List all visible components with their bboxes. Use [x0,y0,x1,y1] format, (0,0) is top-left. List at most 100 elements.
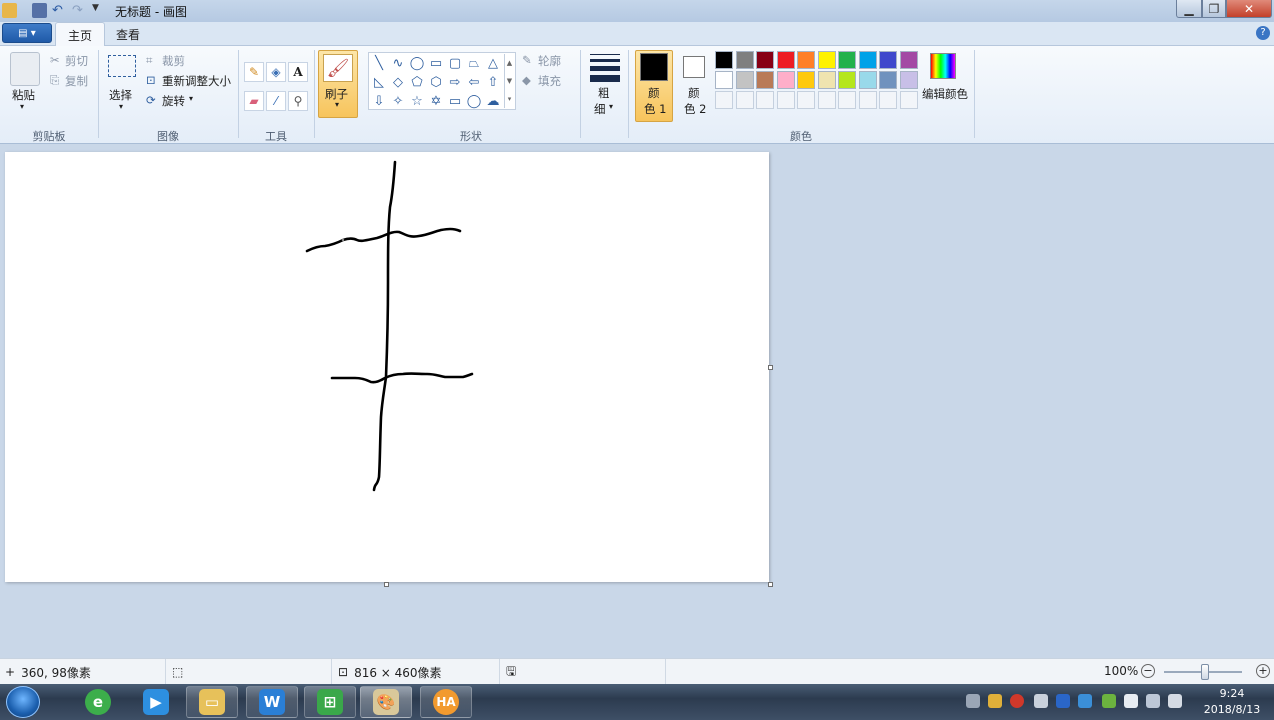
tray-network-app-icon[interactable] [1078,694,1092,708]
size-label-line1[interactable]: 粗 [598,85,610,101]
drawing-canvas[interactable] [5,152,769,582]
color-picker-icon[interactable]: ⁄ [266,91,286,111]
tray-antivirus-icon[interactable] [1010,694,1024,708]
taskbar-video-app[interactable]: ▶ [130,686,182,718]
save-icon[interactable] [32,3,47,18]
start-button[interactable] [6,686,40,718]
palette-color-swatch[interactable] [899,71,918,89]
palette-color-swatch[interactable] [715,71,733,89]
five-point-star-shape-icon[interactable]: ☆ [408,92,426,110]
palette-color-swatch[interactable] [756,51,774,69]
palette-color-swatch[interactable] [838,71,856,89]
outline-button[interactable]: 轮廓 [538,53,561,69]
color2-label-line1[interactable]: 颜 [688,85,700,101]
select-button[interactable]: 选择 [109,87,132,103]
bluetooth-icon[interactable] [1056,694,1070,708]
size-lines-icon[interactable] [590,54,620,82]
color2-label-line2[interactable]: 色 2 [684,101,706,117]
down-arrow-shape-icon[interactable]: ⇩ [370,92,388,110]
text-tool-icon[interactable]: A [288,62,308,82]
edit-colors-button[interactable]: 编辑颜色 [922,86,968,102]
undo-icon[interactable]: ↶ [52,3,67,18]
palette-color-swatch[interactable] [838,51,856,69]
eraser-icon[interactable]: ▰ [244,91,264,111]
tray-shield-icon[interactable] [988,694,1002,708]
taskbar-green-app[interactable]: ⊞ [304,686,356,718]
brush-dropdown-icon[interactable]: ▾ [335,100,339,109]
fill-button[interactable]: 填充 [538,73,561,89]
size-dropdown-icon[interactable]: ▾ [609,102,613,111]
taskbar-file-explorer[interactable]: ▭ [186,686,238,718]
palette-color-swatch[interactable] [797,51,815,69]
fill-bucket-icon[interactable]: ◈ [266,62,286,82]
palette-color-swatch[interactable] [756,71,774,89]
shapes-scroll[interactable]: ▲ ▼ ▾ [504,54,514,108]
paste-dropdown-icon[interactable]: ▾ [20,102,24,111]
palette-color-swatch[interactable] [797,71,815,89]
tab-home[interactable]: 主页 [55,22,106,46]
customize-quick-access-icon[interactable]: ▼ [92,3,107,18]
nvidia-icon[interactable] [1102,694,1116,708]
palette-color-swatch[interactable] [776,51,795,69]
palette-color-swatch[interactable] [817,71,836,89]
crop-button[interactable]: 裁剪 [162,53,185,69]
tab-view[interactable]: 查看 [104,22,152,46]
resize-handle-bottom[interactable] [384,582,389,587]
tray-device-icon[interactable] [1124,694,1138,708]
diamond-shape-icon[interactable]: ◇ [389,73,407,91]
maximize-button[interactable]: ❐ [1202,0,1226,18]
oval-shape-icon[interactable]: ◯ [408,54,426,72]
rotate-dropdown-icon[interactable]: ▾ [189,94,193,103]
taskbar-hao-app[interactable]: HA [420,686,472,718]
taskbar-clock[interactable]: 9:24 2018/8/13 [1192,686,1272,718]
color-spectrum-icon[interactable] [930,53,956,79]
cut-button[interactable]: 剪切 [65,53,88,69]
polygon-shape-icon[interactable]: ⏢ [465,54,483,72]
palette-color-swatch[interactable] [715,51,733,69]
palette-color-swatch[interactable] [817,51,836,69]
left-arrow-shape-icon[interactable]: ⇦ [465,73,483,91]
custom-color-slot[interactable] [838,91,856,109]
hexagon-shape-icon[interactable]: ⬡ [427,73,445,91]
resize-handle-corner[interactable] [768,582,773,587]
keyboard-tray-icon[interactable] [966,694,980,708]
up-arrow-shape-icon[interactable]: ⇧ [484,73,502,91]
select-dropdown-icon[interactable]: ▾ [119,102,123,111]
palette-color-swatch[interactable] [735,51,754,69]
palette-color-swatch[interactable] [879,71,897,89]
volume-icon[interactable] [1168,694,1182,708]
custom-color-slot[interactable] [899,91,918,109]
paint-menu-button[interactable]: ▤ ▾ [2,23,52,43]
custom-color-slot[interactable] [735,91,754,109]
custom-color-slot[interactable] [715,91,733,109]
right-arrow-shape-icon[interactable]: ⇨ [446,73,464,91]
rect-callout-shape-icon[interactable]: ▭ [446,92,464,110]
copy-button[interactable]: 复制 [65,73,88,89]
zoom-out-button[interactable]: − [1141,664,1155,678]
zoom-slider-thumb[interactable] [1201,664,1209,680]
rectangle-shape-icon[interactable]: ▭ [427,54,445,72]
six-point-star-shape-icon[interactable]: ✡ [427,92,445,110]
palette-color-swatch[interactable] [776,71,795,89]
rounded-rectangle-shape-icon[interactable]: ▢ [446,54,464,72]
zoom-in-button[interactable]: + [1256,664,1270,678]
paint-app-icon[interactable] [2,3,17,18]
magnifier-icon[interactable]: ⚲ [288,91,308,111]
taskbar-paint[interactable]: 🎨 [360,686,412,718]
custom-color-slot[interactable] [817,91,836,109]
network-signal-icon[interactable] [1146,694,1160,708]
custom-color-slot[interactable] [879,91,897,109]
line-shape-icon[interactable]: ╲ [370,54,388,72]
color2-swatch[interactable] [683,56,705,78]
taskbar-wps-writer[interactable]: W [246,686,298,718]
oval-callout-shape-icon[interactable]: ◯ [465,92,483,110]
palette-color-swatch[interactable] [858,71,877,89]
help-icon[interactable]: ? [1256,26,1270,40]
palette-color-swatch[interactable] [858,51,877,69]
redo-icon[interactable]: ↷ [72,3,87,18]
cloud-callout-shape-icon[interactable]: ☁ [484,92,502,110]
palette-color-swatch[interactable] [735,71,754,89]
pencil-icon[interactable]: ✎ [244,62,264,82]
custom-color-slot[interactable] [797,91,815,109]
palette-color-swatch[interactable] [899,51,918,69]
